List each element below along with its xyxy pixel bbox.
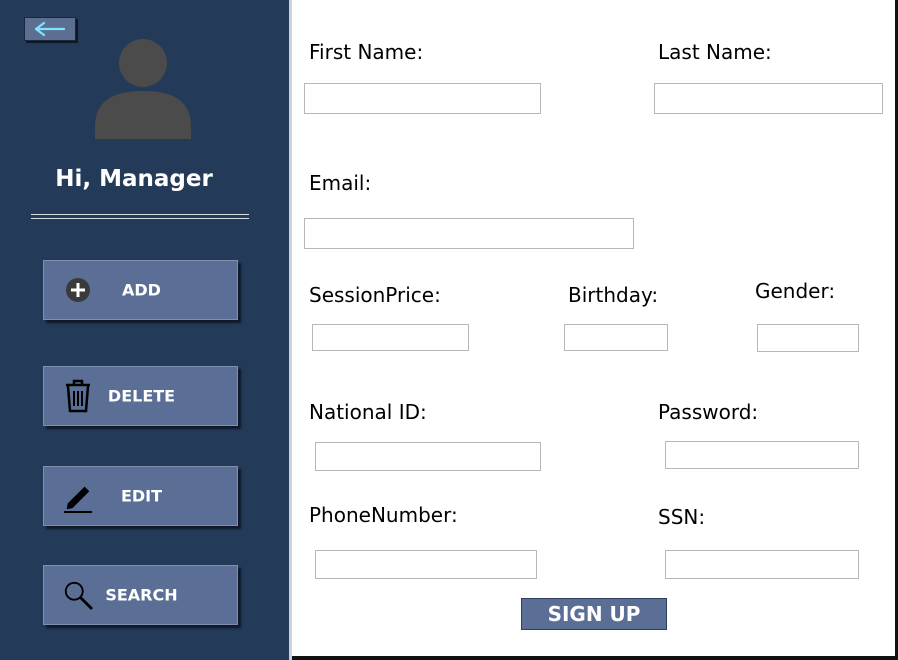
last-name-input[interactable] (654, 83, 883, 114)
ssn-input[interactable] (665, 550, 859, 579)
panel-separator (289, 0, 292, 660)
national-id-label: National ID: (309, 400, 427, 424)
session-price-input[interactable] (312, 324, 469, 351)
arrow-left-icon (34, 21, 66, 37)
first-name-label: First Name: (309, 40, 424, 64)
email-label: Email: (309, 171, 372, 195)
ssn-label: SSN: (658, 505, 706, 529)
delete-button[interactable]: DELETE (43, 366, 238, 426)
sidebar-divider (31, 214, 249, 219)
gender-input[interactable] (757, 324, 859, 352)
email-input[interactable] (304, 218, 634, 249)
add-button-label: ADD (122, 280, 161, 300)
session-price-label: SessionPrice: (309, 283, 441, 307)
avatar-icon (95, 39, 191, 139)
delete-button-label: DELETE (107, 386, 176, 406)
add-button[interactable]: ADD (43, 260, 238, 320)
birthday-label: Birthday: (568, 283, 659, 307)
national-id-input[interactable] (315, 442, 541, 471)
search-button[interactable]: SEARCH (43, 565, 238, 625)
first-name-input[interactable] (304, 83, 541, 114)
password-input[interactable] (665, 441, 859, 469)
sign-up-button[interactable]: SIGN UP (521, 598, 667, 630)
search-button-label: SEARCH (105, 585, 178, 605)
sidebar: Hi, Manager ADD DELETE EDIT SEARCH (0, 0, 289, 660)
gender-label: Gender: (755, 279, 836, 303)
last-name-label: Last Name: (658, 40, 772, 64)
window-bottom-border (292, 656, 898, 660)
password-label: Password: (658, 400, 759, 424)
back-button[interactable] (24, 17, 76, 41)
birthday-input[interactable] (564, 324, 668, 351)
phone-number-input[interactable] (315, 550, 537, 579)
edit-button-label: EDIT (120, 486, 163, 506)
greeting-text: Hi, Manager (55, 166, 213, 192)
edit-button[interactable]: EDIT (43, 466, 238, 526)
phone-number-label: PhoneNumber: (309, 503, 458, 527)
